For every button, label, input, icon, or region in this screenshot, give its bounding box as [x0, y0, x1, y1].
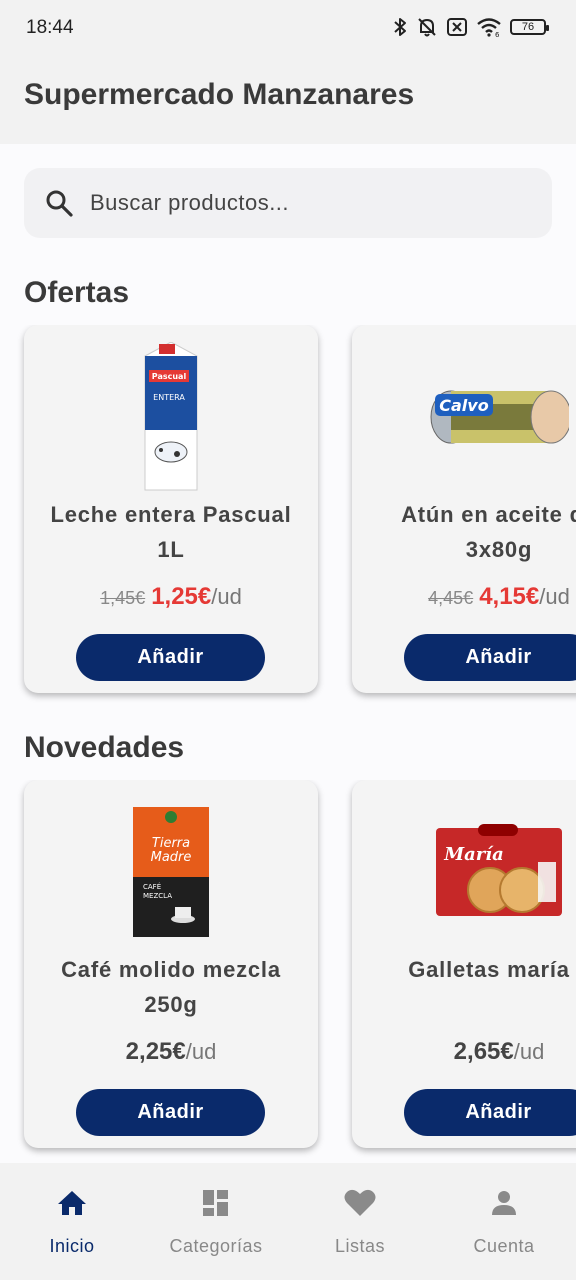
product-price: 1,45€ 1,25€/ud — [24, 583, 318, 611]
home-icon — [58, 1191, 86, 1215]
product-name: Galletas maría 8 — [362, 952, 576, 987]
status-bar: 18:44 6 76 — [0, 0, 576, 58]
price: 2,65€ — [453, 1038, 514, 1065]
old-price: 4,45€ — [428, 588, 474, 608]
product-name-line2: 1L — [157, 537, 185, 562]
svg-text:6: 6 — [495, 31, 500, 38]
product-price: 2,25€/ud — [24, 1038, 318, 1066]
product-card[interactable]: María Galletas maría 8 2,65€/ud Añadir — [352, 780, 576, 1148]
product-name-line1: Café molido mezcla — [61, 957, 281, 982]
search-input[interactable] — [90, 190, 510, 216]
product-card[interactable]: Pascual ENTERA Leche entera Pascual 1L 1… — [24, 325, 318, 693]
svg-text:CAFÉ: CAFÉ — [143, 882, 161, 891]
tuna-cans-image: Calvo — [352, 339, 576, 495]
section-title-offers: Ofertas — [24, 276, 130, 309]
nav-item-categorias[interactable]: Categorías — [144, 1163, 288, 1280]
person-icon — [492, 1191, 516, 1215]
price-unit: /ud — [539, 584, 570, 609]
nav-label: Cuenta — [473, 1236, 535, 1256]
bottom-nav: Inicio Categorías Listas Cuenta — [0, 1163, 576, 1280]
old-price: 1,45€ — [100, 588, 146, 608]
product-name: Leche entera Pascual 1L — [34, 497, 308, 567]
wifi-icon: 6 — [477, 18, 501, 38]
product-name-line2: 3x80g — [465, 537, 533, 562]
page-title: Supermercado Manzanares — [24, 78, 415, 111]
new-products-carousel[interactable]: Tierra Madre CAFÉ MEZCLA Café molido mez… — [0, 780, 576, 1160]
bluetooth-icon — [394, 18, 406, 36]
nav-item-listas[interactable]: Listas — [288, 1163, 432, 1280]
offer-price: 1,25€ — [151, 583, 212, 610]
product-price: 2,65€/ud — [352, 1038, 576, 1066]
coffee-package-image: Tierra Madre CAFÉ MEZCLA — [24, 794, 318, 950]
add-button[interactable]: Añadir — [76, 1089, 265, 1136]
svg-text:María: María — [443, 844, 504, 865]
add-button[interactable]: Añadir — [404, 1089, 576, 1136]
sim-off-icon — [447, 18, 467, 36]
nav-item-cuenta[interactable]: Cuenta — [432, 1163, 576, 1280]
battery-icon: 76 — [510, 19, 549, 35]
nav-label: Inicio — [49, 1236, 95, 1256]
product-name-line2: 250g — [144, 992, 198, 1017]
search-icon — [46, 190, 73, 217]
search-bar[interactable] — [24, 168, 552, 238]
price-unit: /ud — [185, 1039, 217, 1064]
add-button[interactable]: Añadir — [76, 634, 265, 681]
heart-icon — [344, 1189, 376, 1216]
offers-carousel[interactable]: Pascual ENTERA Leche entera Pascual 1L 1… — [0, 325, 576, 705]
section-title-new: Novedades — [24, 731, 185, 764]
svg-text:ENTERA: ENTERA — [153, 393, 185, 402]
price-unit: /ud — [211, 584, 242, 609]
svg-text:Madre: Madre — [151, 850, 192, 865]
nav-label: Listas — [334, 1236, 386, 1256]
app-header: Supermercado Manzanares — [0, 58, 576, 144]
nav-item-inicio[interactable]: Inicio — [0, 1163, 144, 1280]
status-icons: 6 76 — [392, 16, 549, 38]
svg-text:Calvo: Calvo — [439, 396, 488, 415]
milk-carton-image: Pascual ENTERA — [24, 339, 318, 495]
dashboard-icon — [203, 1190, 228, 1216]
svg-text:Pascual: Pascual — [152, 372, 187, 381]
product-name-line1: Galletas maría 8 — [408, 957, 576, 982]
product-name-line1: Leche entera Pascual — [50, 502, 292, 527]
product-name-line1: Atún en aceite de — [401, 502, 576, 527]
product-card[interactable]: Tierra Madre CAFÉ MEZCLA Café molido mez… — [24, 780, 318, 1148]
svg-text:Tierra: Tierra — [152, 836, 190, 851]
add-button[interactable]: Añadir — [404, 634, 576, 681]
bell-off-icon — [418, 18, 436, 37]
biscuits-package-image: María — [352, 794, 576, 950]
svg-text:MEZCLA: MEZCLA — [143, 892, 172, 900]
product-name: Café molido mezcla 250g — [34, 952, 308, 1022]
price: 2,25€ — [125, 1038, 186, 1065]
product-name: Atún en aceite de 3x80g — [362, 497, 576, 567]
battery-level: 76 — [521, 21, 535, 33]
status-time: 18:44 — [26, 17, 74, 38]
product-card[interactable]: Calvo Atún en aceite de 3x80g 4,45€4,15€… — [352, 325, 576, 693]
product-price: 4,45€ 4,15€/ud — [352, 583, 576, 611]
nav-label: Categorías — [169, 1236, 263, 1256]
offer-price: 4,15€ — [479, 583, 540, 610]
price-unit: /ud — [513, 1039, 545, 1064]
